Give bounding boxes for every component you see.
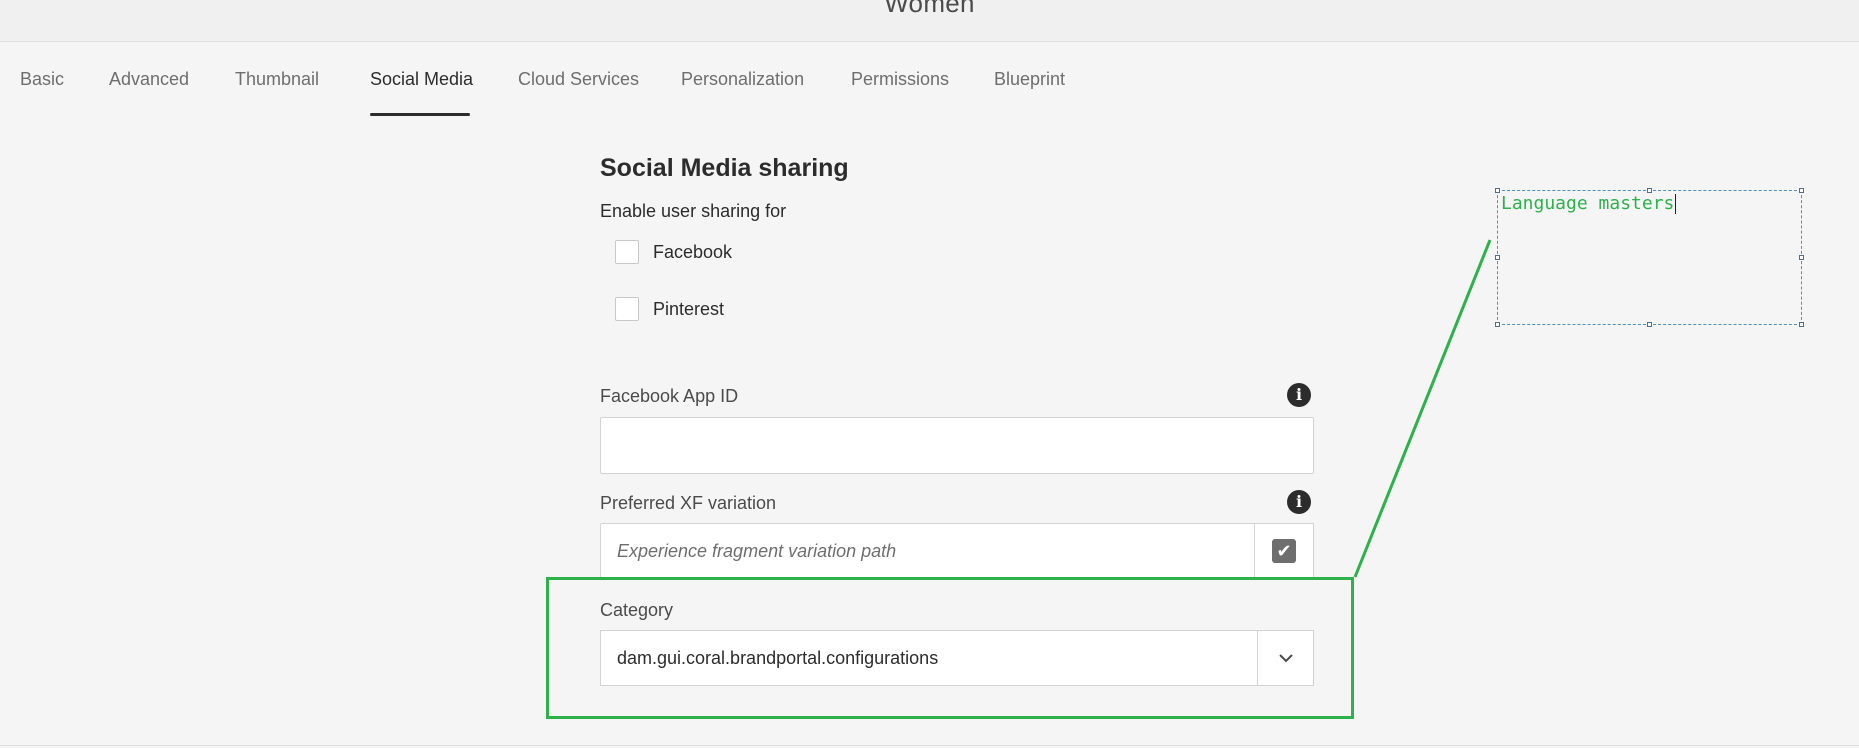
annotation-text-content: Language masters bbox=[1501, 193, 1675, 214]
facebook-checkbox-row[interactable]: Facebook bbox=[615, 238, 732, 266]
pinterest-checkbox[interactable] bbox=[615, 297, 639, 321]
xf-variation-label: Preferred XF variation bbox=[600, 493, 777, 513]
facebook-app-id-input[interactable] bbox=[600, 417, 1314, 474]
xf-variation-input[interactable] bbox=[600, 523, 1255, 579]
tab-blueprint[interactable]: Blueprint bbox=[994, 69, 1065, 90]
info-icon[interactable]: i bbox=[1287, 383, 1311, 407]
header-bar: Women bbox=[0, 0, 1859, 42]
section-title: Social Media sharing bbox=[600, 154, 849, 182]
text-caret bbox=[1675, 194, 1677, 214]
resize-handle[interactable] bbox=[1495, 255, 1500, 260]
tab-thumbnail[interactable]: Thumbnail bbox=[235, 69, 319, 90]
resize-handle[interactable] bbox=[1495, 322, 1500, 327]
facebook-checkbox[interactable] bbox=[615, 240, 639, 264]
facebook-app-id-label: Facebook App ID bbox=[600, 386, 739, 406]
divider bbox=[0, 745, 1859, 746]
facebook-checkbox-label: Facebook bbox=[653, 241, 733, 262]
resize-handle[interactable] bbox=[1495, 188, 1500, 193]
tab-permissions[interactable]: Permissions bbox=[851, 69, 949, 90]
page-title: Women bbox=[884, 0, 975, 18]
tab-social-media[interactable]: Social Media bbox=[370, 69, 473, 90]
tab-personalization[interactable]: Personalization bbox=[681, 69, 804, 90]
resize-handle[interactable] bbox=[1799, 322, 1804, 327]
annotation-text[interactable]: Language masters bbox=[1501, 193, 1677, 214]
active-tab-indicator bbox=[370, 113, 470, 116]
resize-handle[interactable] bbox=[1799, 188, 1804, 193]
section-subtitle: Enable user sharing for bbox=[600, 201, 787, 221]
info-icon[interactable]: i bbox=[1287, 490, 1311, 514]
tab-basic[interactable]: Basic bbox=[20, 69, 64, 90]
resize-handle[interactable] bbox=[1647, 322, 1652, 327]
xf-variation-picker-button[interactable]: ✔ bbox=[1254, 523, 1314, 579]
category-highlight-box bbox=[546, 577, 1354, 719]
properties-tabs: Basic Advanced Thumbnail Social Media Cl… bbox=[0, 41, 1859, 119]
pinterest-checkbox-label: Pinterest bbox=[653, 298, 725, 319]
tab-advanced[interactable]: Advanced bbox=[109, 69, 189, 90]
tab-cloud-services[interactable]: Cloud Services bbox=[518, 69, 639, 90]
pinterest-checkbox-row[interactable]: Pinterest bbox=[615, 295, 724, 323]
annotation-callout[interactable]: Language masters bbox=[1495, 188, 1804, 327]
resize-handle[interactable] bbox=[1799, 255, 1804, 260]
checkmark-icon: ✔ bbox=[1272, 539, 1296, 563]
